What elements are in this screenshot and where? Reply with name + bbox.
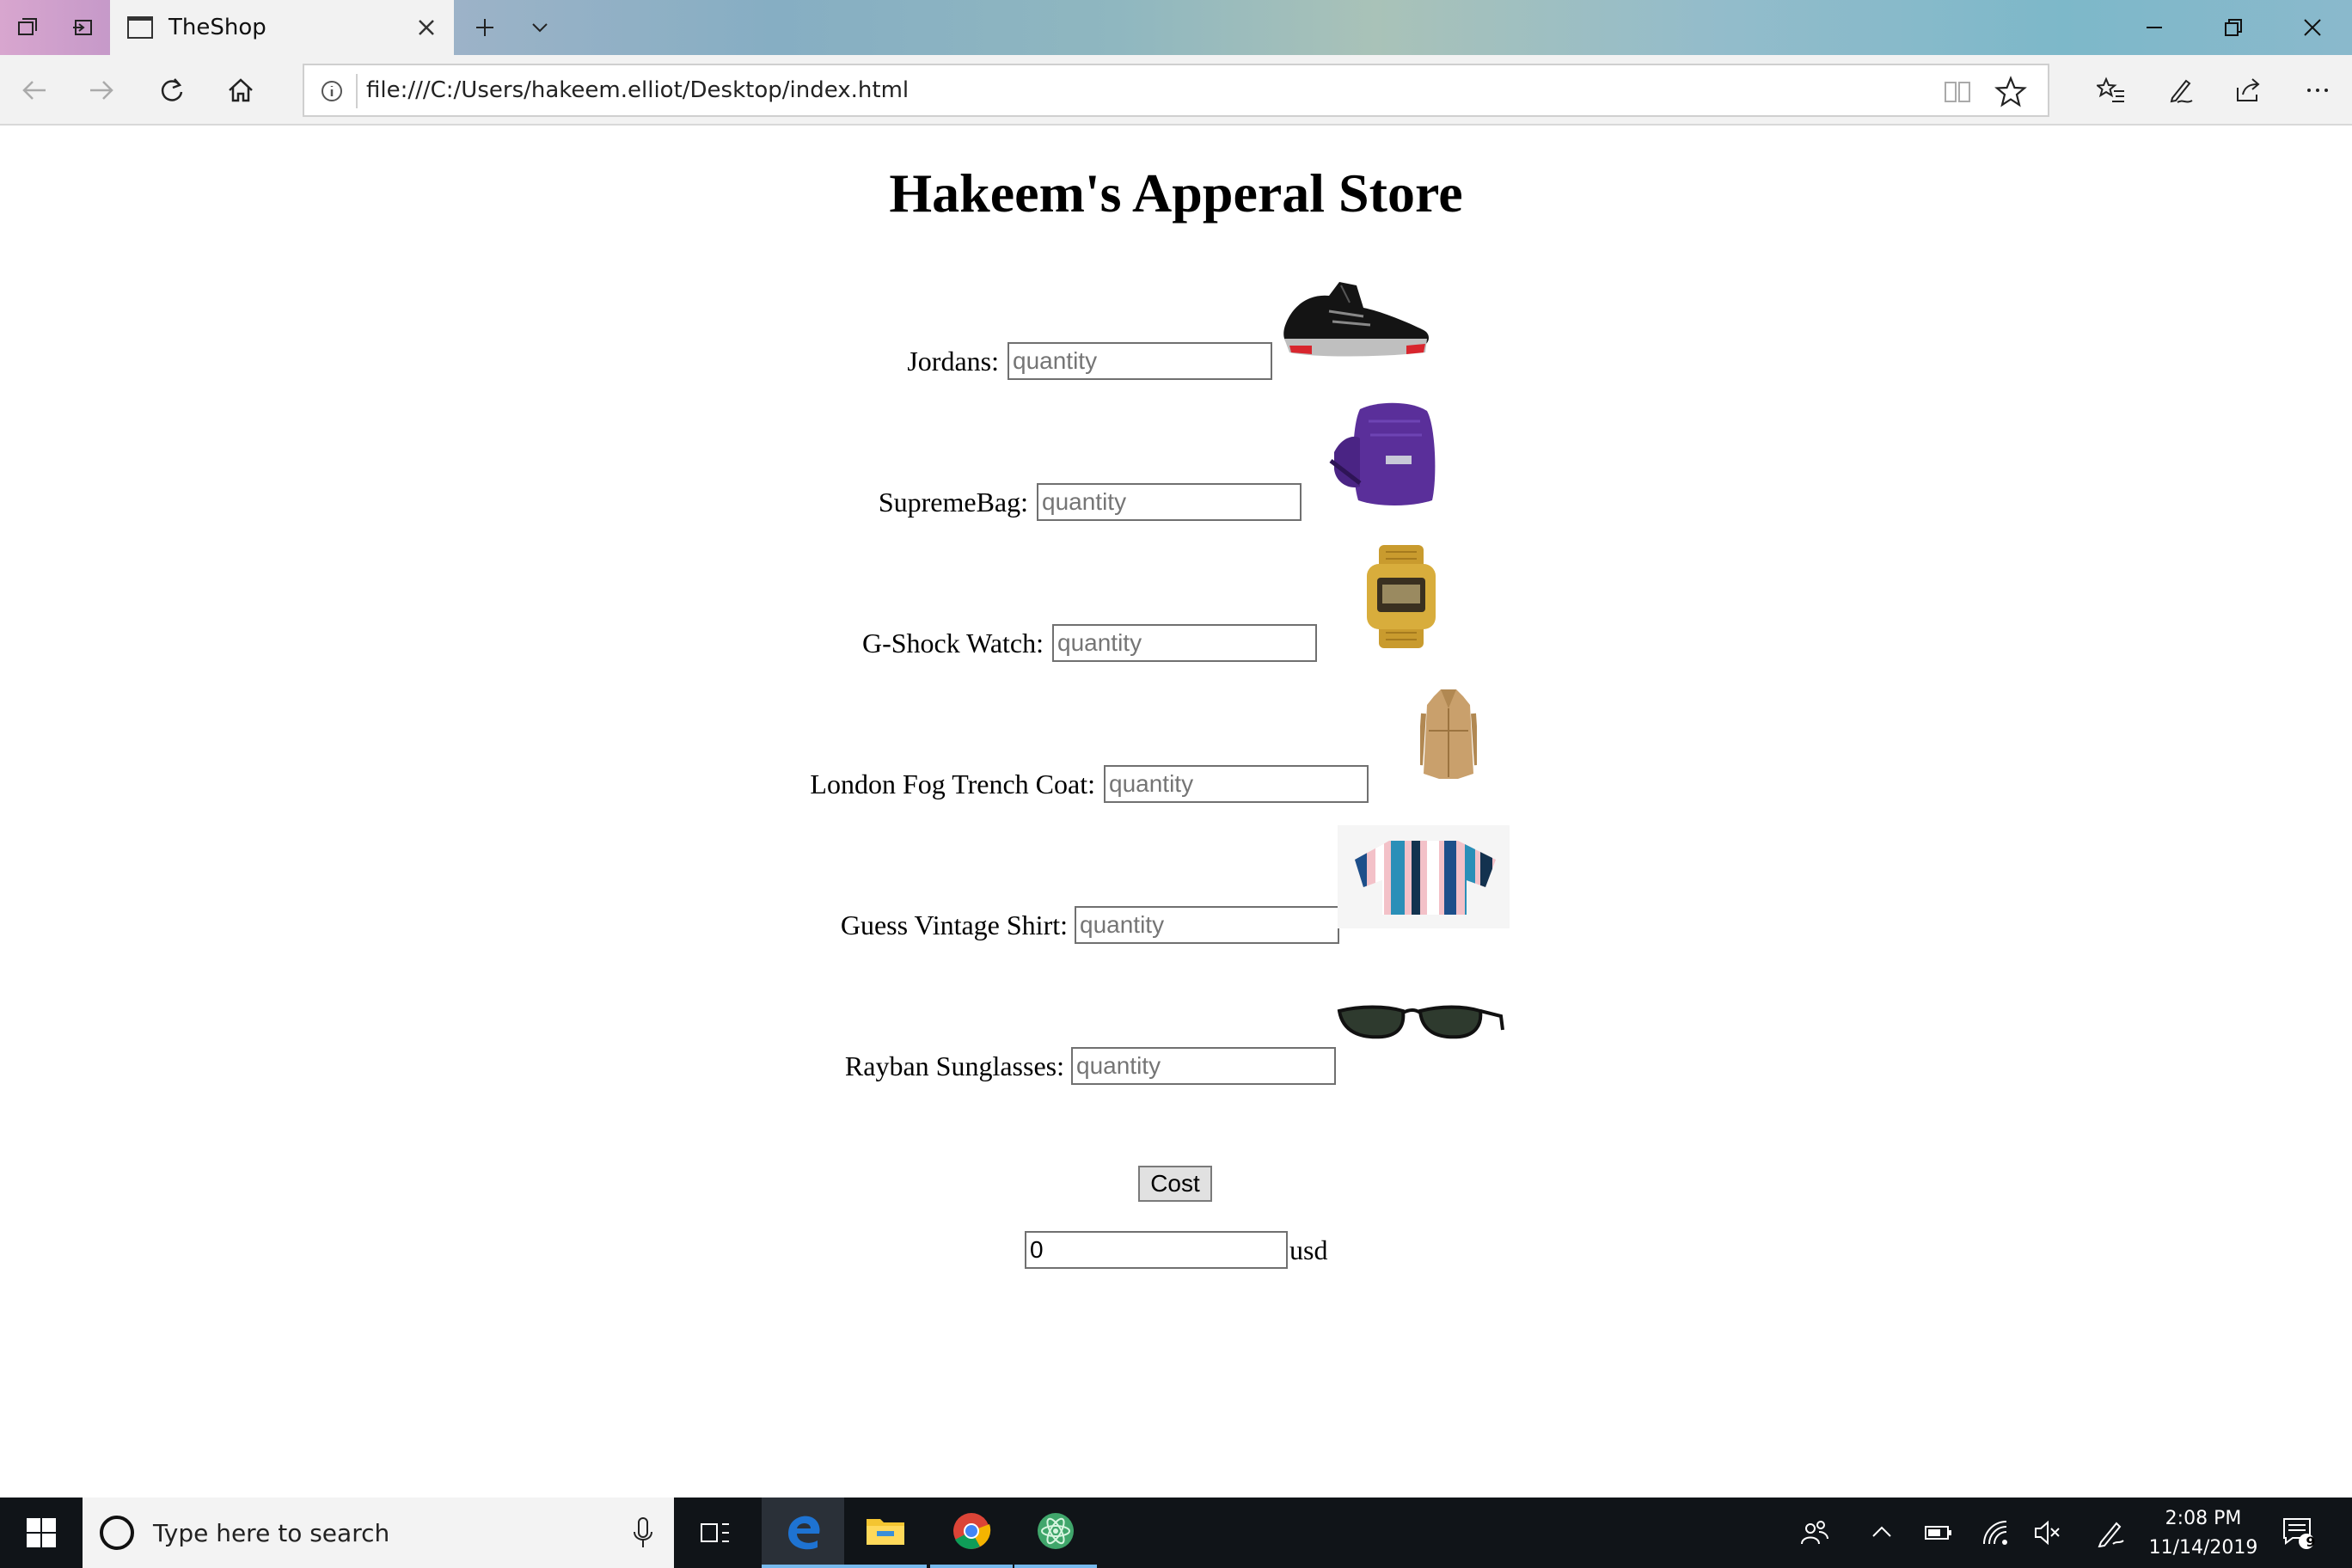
quantity-input-rayban[interactable] [1071, 1047, 1336, 1085]
browser-tab[interactable]: TheShop [110, 0, 454, 55]
favorite-star-icon[interactable] [1994, 76, 2027, 108]
windows-start-icon[interactable] [0, 1498, 83, 1568]
favorites-hub-icon[interactable] [2084, 64, 2139, 117]
striped-shirt-image [1338, 825, 1510, 928]
cortana-icon[interactable] [100, 1516, 134, 1550]
product-row-gshock: G-Shock Watch: [0, 619, 2352, 671]
trench-coat-image [1420, 689, 1477, 779]
close-tab-icon[interactable] [414, 15, 438, 40]
taskbar: Type here to search 2:08 PM 11/14/2019 9 [0, 1498, 2352, 1568]
microphone-icon[interactable] [633, 1516, 653, 1549]
refresh-icon[interactable] [144, 64, 199, 117]
product-label: Guess Vintage Shirt: [840, 910, 1068, 940]
battery-icon[interactable] [1919, 1513, 1958, 1553]
edge-browser-icon[interactable] [762, 1498, 844, 1568]
backpack-image [1329, 402, 1436, 505]
address-bar[interactable]: file:///C:/Users/hakeem.elliot/Desktop/i… [303, 64, 2049, 117]
watch-image [1367, 545, 1436, 648]
action-center-icon[interactable]: 9 [2278, 1513, 2318, 1553]
new-tab-icon[interactable] [457, 0, 512, 55]
minimize-icon[interactable] [2115, 0, 2194, 55]
sneaker-image [1283, 282, 1429, 357]
product-row-trench-coat: London Fog Trench Coat: [0, 760, 2352, 812]
product-label: Jordans: [907, 346, 999, 377]
volume-muted-icon[interactable] [2027, 1513, 2067, 1553]
url-separator [356, 74, 358, 108]
tab-preview-chevron-icon[interactable] [512, 0, 567, 55]
title-bar: TheShop [0, 0, 2352, 55]
windows-ink-pen-icon[interactable] [2091, 1513, 2130, 1553]
task-view-icon[interactable] [674, 1498, 756, 1568]
tab-title: TheShop [168, 15, 266, 40]
atom-editor-icon[interactable] [1014, 1498, 1097, 1568]
web-note-pen-icon[interactable] [2153, 64, 2208, 117]
system-clock[interactable]: 2:08 PM 11/14/2019 [2130, 1504, 2276, 1563]
cost-button[interactable]: Cost [1138, 1166, 1212, 1202]
site-info-icon[interactable] [320, 79, 344, 103]
more-options-icon[interactable] [2290, 64, 2345, 117]
notification-count: 9 [2306, 1534, 2316, 1550]
quantity-input-trench-coat[interactable] [1104, 765, 1369, 803]
file-explorer-icon[interactable] [844, 1498, 927, 1568]
total-cost-field[interactable] [1025, 1231, 1288, 1269]
set-aside-tabs-icon[interactable] [0, 0, 55, 55]
close-window-icon[interactable] [2273, 0, 2352, 55]
show-hidden-icons-chevron-icon[interactable] [1862, 1513, 1902, 1553]
clock-date: 11/14/2019 [2148, 1537, 2258, 1559]
chrome-icon[interactable] [930, 1498, 1013, 1568]
taskbar-search-box[interactable]: Type here to search [83, 1498, 674, 1568]
show-tabs-aside-icon[interactable] [55, 0, 110, 55]
product-row-jordans: Jordans: [0, 337, 2352, 389]
search-placeholder: Type here to search [153, 1518, 390, 1547]
sunglasses-image [1337, 1005, 1504, 1039]
quantity-input-jordans[interactable] [1008, 342, 1272, 380]
quantity-input-supremebag[interactable] [1037, 483, 1302, 521]
wifi-icon[interactable] [1975, 1513, 2015, 1553]
home-icon[interactable] [213, 64, 268, 117]
product-label: London Fog Trench Coat: [810, 769, 1095, 799]
product-row-guess-shirt: Guess Vintage Shirt: [0, 901, 2352, 952]
people-icon[interactable] [1795, 1513, 1834, 1553]
share-icon[interactable] [2221, 64, 2276, 117]
product-label: G-Shock Watch: [861, 628, 1044, 658]
reading-view-icon[interactable] [1943, 77, 1972, 107]
page-title: Hakeem's Apperal Store [889, 162, 1463, 224]
restore-icon[interactable] [2194, 0, 2273, 55]
quantity-input-guess-shirt[interactable] [1075, 906, 1339, 944]
product-row-rayban: Rayban Sunglasses: [0, 1042, 2352, 1093]
page-favicon-icon [127, 16, 153, 39]
web-page: Hakeem's Apperal Store Jordans: SupremeB… [0, 127, 2352, 1498]
currency-label: usd [1289, 1234, 1328, 1265]
url-text[interactable]: file:///C:/Users/hakeem.elliot/Desktop/i… [366, 77, 909, 103]
quantity-input-gshock[interactable] [1052, 624, 1317, 662]
navigation-bar: file:///C:/Users/hakeem.elliot/Desktop/i… [0, 55, 2352, 126]
product-row-supremebag: SupremeBag: [0, 478, 2352, 530]
back-arrow-icon[interactable] [7, 64, 62, 117]
product-label: Rayban Sunglasses: [844, 1050, 1064, 1081]
product-label: SupremeBag: [878, 487, 1028, 518]
forward-arrow-icon[interactable] [74, 64, 129, 117]
clock-time: 2:08 PM [2165, 1508, 2242, 1529]
